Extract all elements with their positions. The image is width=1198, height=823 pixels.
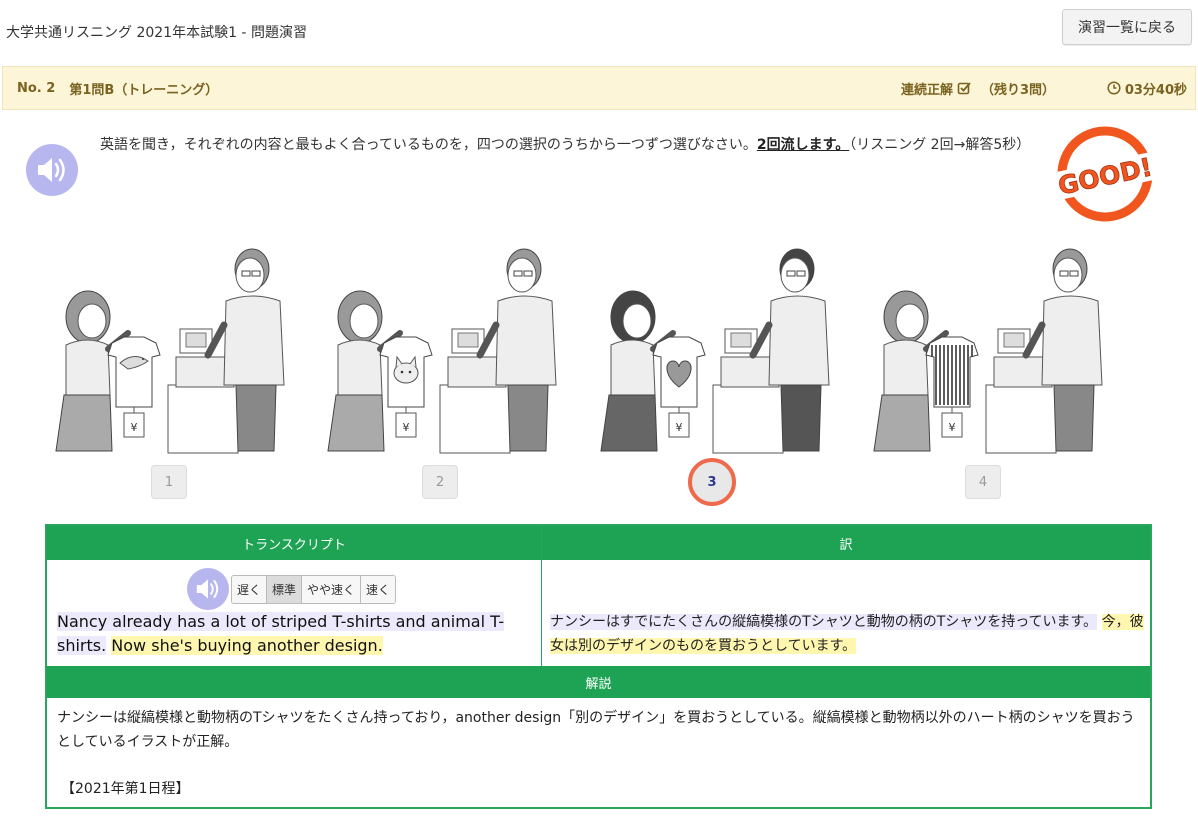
choice-picture-3[interactable]: ¥	[593, 245, 838, 455]
timer-value: 03分40秒	[1124, 82, 1187, 98]
translation-sentence-1: ナンシーはすでにたくさんの縦縞模様のTシャツと動物の柄のTシャツを持っています。	[550, 614, 1098, 630]
choice-pictures: ¥ ¥ ¥ ¥	[48, 245, 1148, 455]
svg-text:¥: ¥	[131, 421, 138, 434]
transcript-text: Nancy already has a lot of striped T-shi…	[57, 610, 527, 658]
page-title: 大学共通リスニング 2021年本試験1 - 問題演習	[6, 25, 307, 41]
choice-picture-2[interactable]: ¥	[320, 245, 565, 455]
speed-slow-button[interactable]: 遅く	[232, 575, 268, 603]
speaker-icon	[38, 158, 65, 182]
speed-selector: 遅く 標準 やや速く 速く	[231, 574, 397, 604]
streak-label: 連続正解	[900, 82, 953, 98]
play-audio-button[interactable]	[26, 144, 78, 196]
choice-button-3[interactable]: 3	[688, 458, 736, 506]
choice-picture-4[interactable]: ¥	[866, 245, 1111, 455]
translation-text: ナンシーはすでにたくさんの縦縞模様のTシャツと動物の柄のTシャツを持っています。…	[550, 610, 1150, 658]
choice-button-1[interactable]: 1	[151, 465, 187, 499]
play-transcript-button[interactable]	[187, 568, 229, 610]
instruction-text: 英語を聞き，それぞれの内容と最もよく合っているものを，四つの選択のうちから一つず…	[100, 134, 1130, 157]
choice-picture-1[interactable]: ¥	[48, 245, 293, 455]
answer-panel: トランスクリプト 訳 遅く 標準 やや速く 速く Nancy already h…	[45, 524, 1152, 809]
timer: 03分40秒	[1107, 79, 1187, 98]
top-bar: 大学共通リスニング 2021年本試験1 - 問題演習 演習一覧に戻る	[0, 0, 1198, 64]
question-bar: No. 2 第1問B（トレーニング） 連続正解 （残り3問） 03分40秒	[2, 66, 1196, 110]
explanation-body: ナンシーは縦縞模様と動物柄のTシャツをたくさん持っており，another des…	[57, 710, 1135, 750]
choice-button-4[interactable]: 4	[965, 465, 1001, 499]
question-section: 第1問B（トレーニング）	[69, 82, 219, 98]
svg-text:¥: ¥	[676, 421, 683, 434]
transcript-header: トランスクリプト	[47, 526, 541, 560]
speaker-icon	[196, 579, 219, 599]
playback-controls: 遅く 標準 やや速く 速く	[187, 568, 397, 610]
explanation-header: 解説	[47, 666, 1150, 698]
streak-indicator: 連続正解 （残り3問）	[901, 79, 1055, 98]
clock-icon	[1107, 81, 1121, 95]
checkbox-icon	[957, 82, 971, 95]
translation-header: 訳	[542, 526, 1150, 560]
svg-text:¥: ¥	[949, 421, 956, 434]
good-stamp: GOOD!	[1050, 124, 1160, 224]
svg-text:¥: ¥	[403, 421, 410, 434]
exam-date: 【2021年第1日程】	[61, 781, 190, 797]
instruction-emphasis: 2回流します。	[756, 137, 850, 153]
choice-button-2[interactable]: 2	[422, 465, 458, 499]
speed-slightly-fast-button[interactable]: やや速く	[302, 575, 362, 603]
back-to-list-button[interactable]: 演習一覧に戻る	[1062, 9, 1192, 45]
question-number: No. 2	[17, 80, 56, 96]
remaining-count: （残り3問）	[980, 82, 1055, 98]
transcript-sentence-2: Now she's buying another design.	[111, 636, 383, 655]
column-divider	[541, 526, 542, 666]
speed-normal-button[interactable]: 標準	[267, 575, 303, 603]
instruction-body: 英語を聞き，それぞれの内容と最もよく合っているものを，四つの選択のうちから一つず…	[100, 137, 757, 153]
instruction-note: （リスニング 2回→解答5秒）	[849, 137, 1031, 153]
speed-fast-button[interactable]: 速く	[361, 575, 396, 603]
